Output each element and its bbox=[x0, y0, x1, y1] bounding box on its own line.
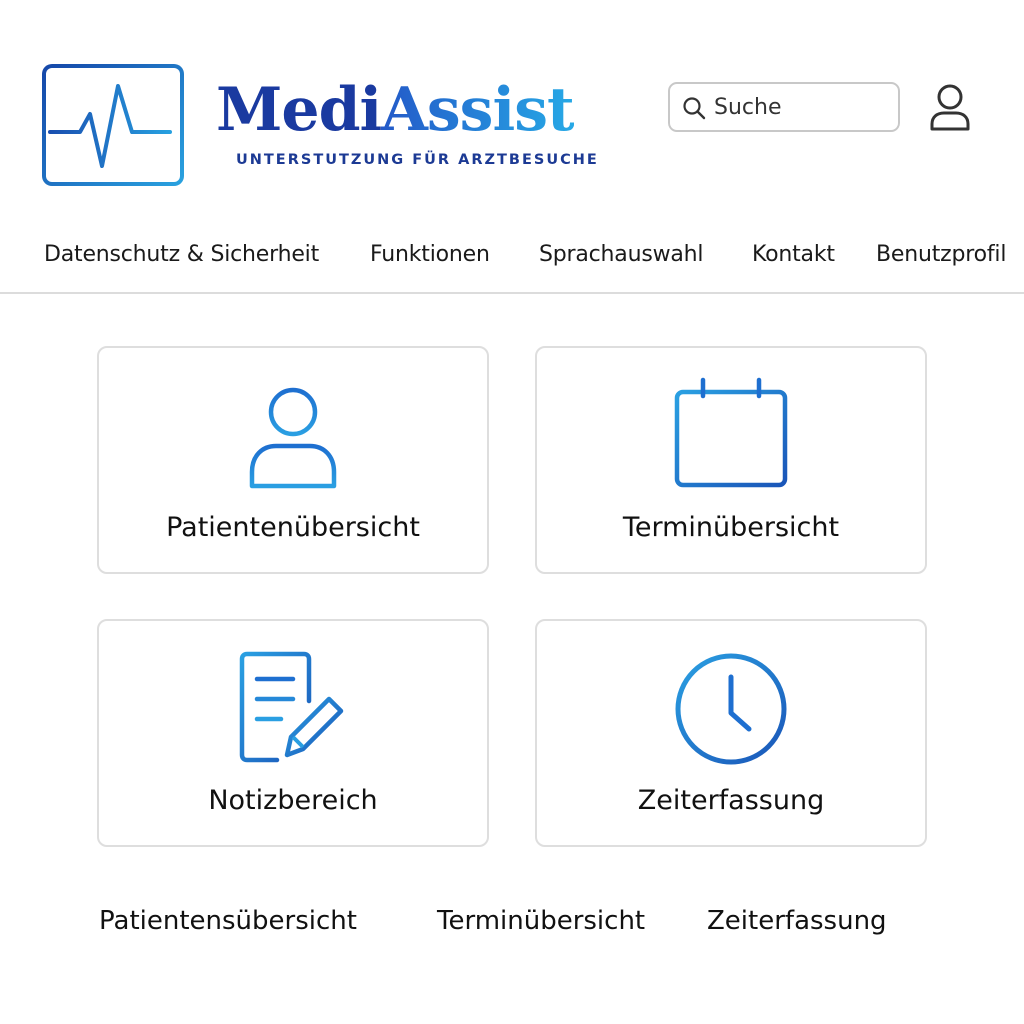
card-notizbereich[interactable]: Notizbereich bbox=[97, 619, 489, 847]
clock-icon bbox=[675, 653, 787, 765]
brand-name: MediAssist bbox=[216, 72, 575, 148]
brand-tagline: UNTERSTUTZUNG FÜR ARZTBESUCHE bbox=[236, 152, 599, 168]
brand-name-part2: Assist bbox=[381, 75, 574, 145]
card-label: Zeiterfassung bbox=[637, 785, 825, 816]
nav-item-sprachauswahl[interactable]: Sprachauswahl bbox=[539, 242, 704, 267]
brand-name-part1: Medi bbox=[216, 75, 382, 145]
footer-link-terminuebersicht[interactable]: Terminübersicht bbox=[437, 906, 645, 936]
nav-item-funktionen[interactable]: Funktionen bbox=[370, 242, 490, 267]
footer-link-patientensuebersicht[interactable]: Patientensübersicht bbox=[99, 906, 357, 936]
main-nav: Datenschutz & Sicherheit Funktionen Spra… bbox=[0, 236, 1024, 294]
user-icon[interactable] bbox=[926, 82, 974, 134]
card-terminuebersicht[interactable]: Terminübersicht bbox=[535, 346, 927, 574]
heartbeat-monitor-icon bbox=[48, 84, 172, 168]
user-icon bbox=[249, 387, 337, 489]
card-patientenuebersicht[interactable]: Patientenübersicht bbox=[97, 346, 489, 574]
nav-item-datenschutz[interactable]: Datenschutz & Sicherheit bbox=[44, 242, 319, 267]
search-icon bbox=[683, 97, 706, 120]
card-label: Notizbereich bbox=[208, 785, 378, 816]
search-input[interactable] bbox=[714, 92, 890, 122]
notes-edit-icon bbox=[239, 651, 344, 763]
card-label: Terminübersicht bbox=[622, 512, 840, 543]
page: MediAssist UNTERSTUTZUNG FÜR ARZTBESUCHE… bbox=[0, 0, 1024, 1024]
card-label: Patientenübersicht bbox=[166, 512, 420, 543]
card-zeiterfassung[interactable]: Zeiterfassung bbox=[535, 619, 927, 847]
nav-item-benutzprofil[interactable]: Benutzprofil bbox=[876, 242, 1006, 267]
calendar-icon bbox=[674, 377, 788, 488]
nav-item-kontakt[interactable]: Kontakt bbox=[752, 242, 835, 267]
footer-link-zeiterfassung[interactable]: Zeiterfassung bbox=[707, 906, 887, 936]
logo[interactable] bbox=[42, 64, 184, 186]
search-box[interactable] bbox=[668, 82, 900, 132]
